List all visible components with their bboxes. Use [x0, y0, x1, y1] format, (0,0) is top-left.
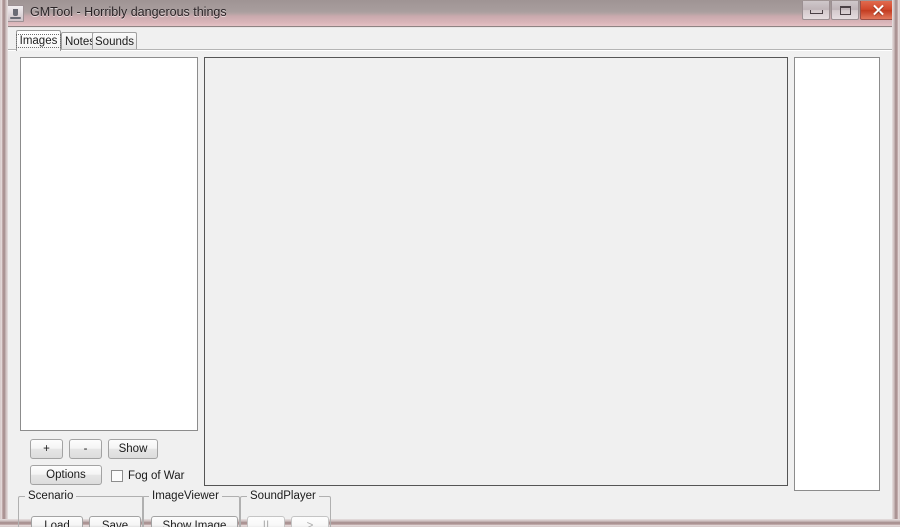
- tab-sounds-label: Sounds: [95, 35, 135, 48]
- options-button[interactable]: Options: [30, 465, 102, 485]
- tab-separator-highlight: [8, 50, 892, 51]
- load-button[interactable]: Load: [31, 516, 83, 527]
- sound-player-group-title: SoundPlayer: [247, 490, 319, 502]
- pause-button[interactable]: II: [247, 516, 285, 527]
- maximize-icon: [839, 5, 851, 15]
- tab-sounds[interactable]: Sounds: [92, 32, 137, 50]
- window-frame-right: [892, 0, 900, 527]
- image-list-panel[interactable]: [20, 57, 198, 431]
- close-icon: [872, 4, 884, 16]
- close-button[interactable]: [860, 1, 896, 20]
- title-bar: GMTool - Horribly dangerous things: [0, 0, 900, 27]
- play-button[interactable]: >: [291, 516, 329, 527]
- checkbox-box-icon: [111, 469, 123, 482]
- image-preview-panel[interactable]: [204, 57, 788, 486]
- tab-images[interactable]: Images: [15, 30, 62, 51]
- image-viewer-group-title: ImageViewer: [149, 490, 222, 502]
- tab-strip: Images Notes Sounds: [8, 29, 892, 51]
- application-window: GMTool - Horribly dangerous things Image…: [0, 0, 900, 527]
- scenario-group: Scenario Load Save: [18, 490, 144, 527]
- show-button[interactable]: Show: [108, 439, 158, 459]
- thumbnail-strip-panel[interactable]: [794, 57, 880, 491]
- scenario-group-title: Scenario: [25, 490, 77, 502]
- image-viewer-group: ImageViewer Show Image: [142, 490, 240, 527]
- add-image-button[interactable]: +: [30, 439, 63, 459]
- fog-of-war-label: Fog of War: [128, 469, 185, 482]
- window-title: GMTool - Horribly dangerous things: [30, 5, 227, 19]
- minimize-button[interactable]: [802, 1, 830, 20]
- tab-images-label: Images: [15, 34, 62, 48]
- minimize-icon: [809, 10, 823, 14]
- show-image-button[interactable]: Show Image: [151, 516, 238, 527]
- fog-of-war-checkbox[interactable]: Fog of War: [111, 467, 184, 484]
- save-button[interactable]: Save: [89, 516, 141, 527]
- client-area: Images Notes Sounds + - Show Options Fog…: [8, 27, 892, 527]
- tab-separator: [8, 49, 892, 50]
- java-coffee-cup-icon: [7, 5, 24, 22]
- maximize-button[interactable]: [831, 1, 859, 20]
- window-frame-left: [0, 0, 8, 527]
- sound-player-group: SoundPlayer II >: [240, 490, 331, 527]
- remove-image-button[interactable]: -: [69, 439, 102, 459]
